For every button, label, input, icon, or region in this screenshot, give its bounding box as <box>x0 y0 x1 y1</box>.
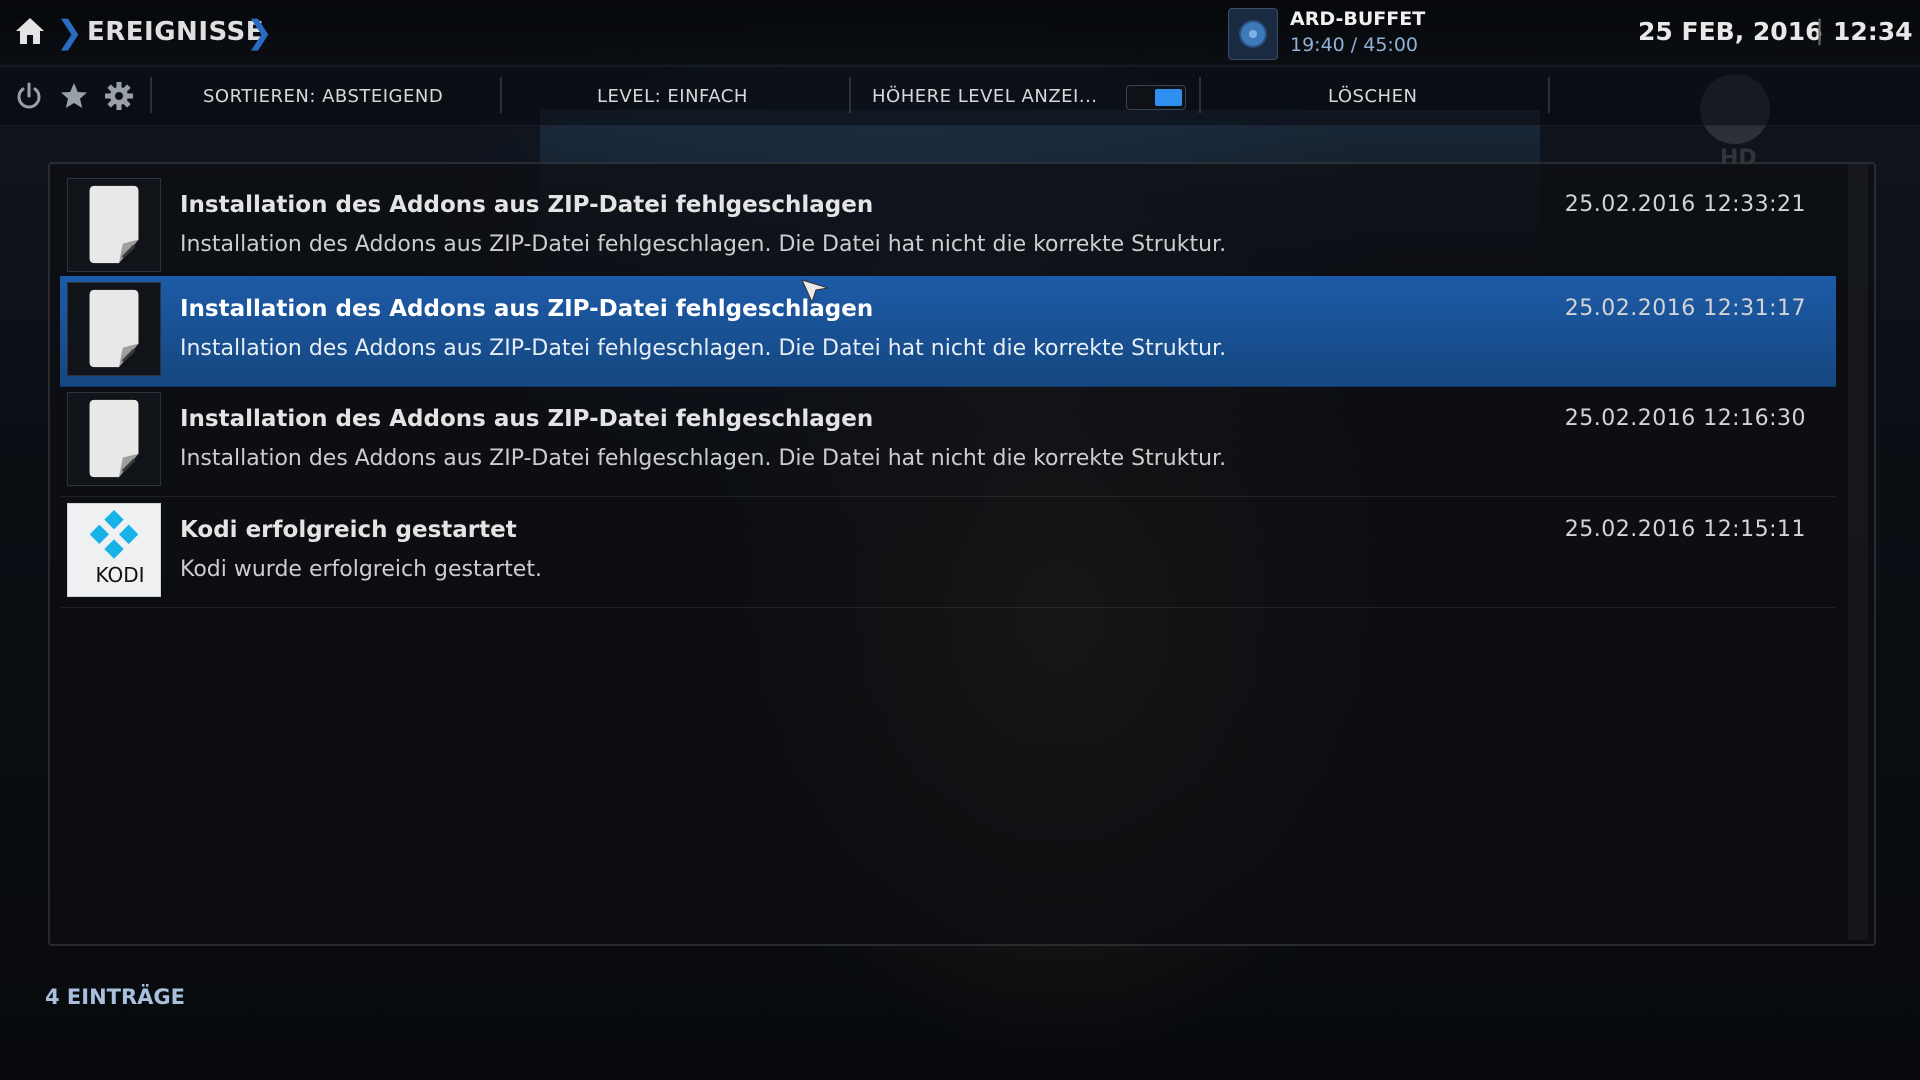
mouse-pointer-icon <box>801 279 829 304</box>
toolbar: SORTIEREN: ABSTEIGEND LEVEL: EINFACH HÖH… <box>0 66 1920 126</box>
breadcrumb: EREIGNISSE <box>87 17 265 47</box>
event-datetime: 25.02.2016 12:16:30 <box>1564 406 1806 431</box>
kodi-logo-text: KODI <box>95 563 145 587</box>
event-row-selected[interactable]: Installation des Addons aus ZIP-Datei fe… <box>60 276 1836 387</box>
event-row[interactable]: Installation des Addons aus ZIP-Datei fe… <box>60 386 1836 497</box>
file-icon <box>67 282 161 376</box>
event-title: Installation des Addons aus ZIP-Datei fe… <box>180 192 874 218</box>
higher-levels-toggle[interactable] <box>1126 85 1186 110</box>
toolbar-divider <box>1199 77 1201 113</box>
chevron-right-icon: ❯ <box>56 13 83 51</box>
toolbar-divider <box>849 77 851 113</box>
event-datetime: 25.02.2016 12:31:17 <box>1564 296 1806 321</box>
event-description: Installation des Addons aus ZIP-Datei fe… <box>180 232 1227 257</box>
file-icon <box>67 178 161 272</box>
event-title: Kodi erfolgreich gestartet <box>180 517 517 543</box>
now-playing-title: ARD-BUFFET <box>1290 8 1426 30</box>
power-icon[interactable] <box>14 81 44 111</box>
entry-count: 4 EINTRÄGE <box>45 985 185 1009</box>
scrollbar[interactable] <box>1848 164 1868 940</box>
toggle-knob <box>1155 89 1182 106</box>
disc-icon <box>1239 20 1267 48</box>
event-title: Installation des Addons aus ZIP-Datei fe… <box>180 296 874 322</box>
event-datetime: 25.02.2016 12:15:11 <box>1564 517 1806 542</box>
chevron-right-icon: ❯ <box>246 13 273 51</box>
event-description: Kodi wurde erfolgreich gestartet. <box>180 557 542 582</box>
event-row[interactable]: Installation des Addons aus ZIP-Datei fe… <box>60 172 1836 283</box>
event-title: Installation des Addons aus ZIP-Datei fe… <box>180 406 874 432</box>
event-row[interactable]: KODI Kodi erfolgreich gestartet Kodi wur… <box>60 497 1836 608</box>
settings-gear-icon[interactable] <box>104 81 134 111</box>
clear-button[interactable]: LÖSCHEN <box>1328 86 1417 107</box>
time-display: 12:34 <box>1833 17 1913 46</box>
now-playing-time: 19:40 / 45:00 <box>1290 34 1418 56</box>
level-button[interactable]: LEVEL: EINFACH <box>597 86 748 107</box>
higher-levels-label[interactable]: HÖHERE LEVEL ANZEI... <box>872 86 1098 107</box>
top-bar: ❯ EREIGNISSE ❯ ARD-BUFFET 19:40 / 45:00 … <box>0 0 1920 64</box>
favourites-star-icon[interactable] <box>59 81 89 111</box>
toolbar-divider <box>150 77 152 113</box>
event-datetime: 25.02.2016 12:33:21 <box>1564 192 1806 217</box>
sort-button[interactable]: SORTIEREN: ABSTEIGEND <box>203 86 443 107</box>
file-icon <box>67 392 161 486</box>
toolbar-divider <box>1548 77 1550 113</box>
home-icon[interactable] <box>14 16 46 46</box>
event-description: Installation des Addons aus ZIP-Datei fe… <box>180 336 1227 361</box>
event-description: Installation des Addons aus ZIP-Datei fe… <box>180 446 1227 471</box>
toolbar-divider <box>500 77 502 113</box>
now-playing-thumbnail[interactable] <box>1228 8 1278 60</box>
date-display: 25 FEB, 2016 <box>1638 17 1823 46</box>
clock-separator: | <box>1815 15 1825 46</box>
